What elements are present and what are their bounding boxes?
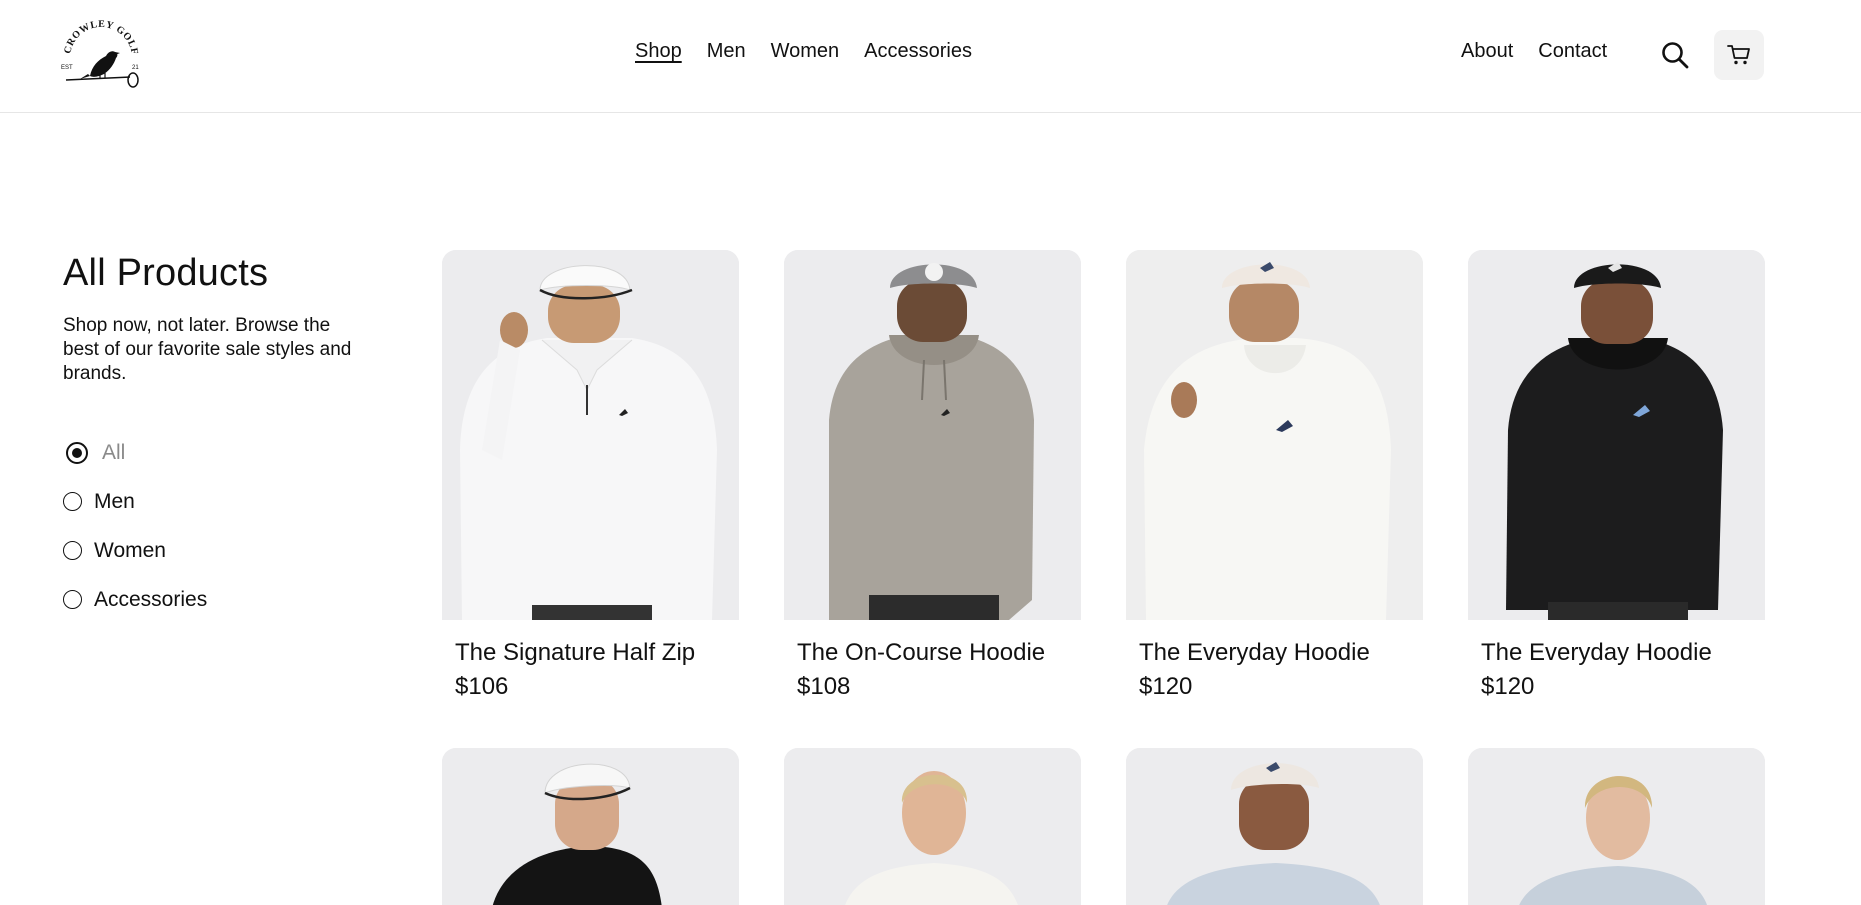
product-image[interactable] bbox=[1126, 250, 1423, 620]
radio-icon[interactable] bbox=[63, 492, 82, 511]
nav-contact[interactable]: Contact bbox=[1538, 40, 1607, 63]
radio-icon[interactable] bbox=[63, 541, 82, 560]
product-price: $120 bbox=[1139, 673, 1193, 700]
filter-label: All bbox=[102, 440, 126, 464]
model-cream-hoodie-image bbox=[1126, 250, 1423, 620]
product-image[interactable] bbox=[442, 748, 739, 905]
secondary-nav: About Contact bbox=[1461, 40, 1607, 63]
model-black-hoodie-image bbox=[1468, 250, 1765, 620]
model-cream-hoodie-image bbox=[784, 748, 1081, 905]
product-image[interactable] bbox=[1126, 748, 1423, 905]
product-price: $120 bbox=[1481, 673, 1535, 700]
model-white-half-zip-image bbox=[442, 250, 739, 620]
filter-label: Accessories bbox=[94, 587, 208, 611]
model-grey-hoodie-image bbox=[784, 250, 1081, 620]
filter-label: Women bbox=[94, 538, 166, 562]
product-image[interactable] bbox=[784, 250, 1081, 620]
filter-accessories[interactable]: Accessories bbox=[63, 575, 207, 624]
svg-text:CROWLEY GOLF CO.: CROWLEY GOLF CO. bbox=[60, 16, 140, 58]
page-title: All Products bbox=[63, 252, 269, 294]
product-card[interactable] bbox=[784, 748, 1081, 905]
nav-women[interactable]: Women bbox=[771, 40, 840, 63]
product-card[interactable]: The Signature Half Zip $106 bbox=[442, 250, 739, 748]
brand-logo[interactable]: CROWLEY GOLF CO. EST 21 bbox=[56, 8, 142, 92]
nav-shop[interactable]: Shop bbox=[635, 40, 682, 63]
nav-accessories[interactable]: Accessories bbox=[864, 40, 972, 63]
product-image[interactable] bbox=[1468, 748, 1765, 905]
svg-text:21: 21 bbox=[132, 65, 139, 71]
product-card[interactable] bbox=[1468, 748, 1765, 905]
filter-all[interactable]: All bbox=[63, 428, 207, 477]
product-grid: The Signature Half Zip $106 The On-Cours… bbox=[442, 250, 1765, 905]
product-card[interactable] bbox=[1126, 748, 1423, 905]
product-image[interactable] bbox=[784, 748, 1081, 905]
model-light-blue-crew-image bbox=[1468, 748, 1765, 905]
product-price: $108 bbox=[797, 673, 851, 700]
category-filter: All Men Women Accessories bbox=[63, 428, 207, 624]
page-description: Shop now, not later. Browse the best of … bbox=[63, 315, 352, 384]
cart-button[interactable] bbox=[1714, 30, 1764, 80]
product-card[interactable]: The On-Course Hoodie $108 bbox=[784, 250, 1081, 748]
product-name[interactable]: The On-Course Hoodie bbox=[797, 638, 1081, 668]
product-name[interactable]: The Everyday Hoodie bbox=[1139, 638, 1423, 668]
model-light-blue-sweatshirt-image bbox=[1126, 748, 1423, 905]
product-image[interactable] bbox=[442, 250, 739, 620]
search-button[interactable] bbox=[1660, 38, 1690, 72]
product-image[interactable] bbox=[1468, 250, 1765, 620]
cart-icon bbox=[1727, 45, 1750, 65]
product-name[interactable]: The Signature Half Zip bbox=[455, 638, 739, 668]
main-nav: Shop Men Women Accessories bbox=[635, 40, 972, 63]
nav-about[interactable]: About bbox=[1461, 40, 1513, 63]
nav-men[interactable]: Men bbox=[707, 40, 746, 63]
product-name[interactable]: The Everyday Hoodie bbox=[1481, 638, 1765, 668]
radio-icon[interactable] bbox=[63, 590, 82, 609]
model-black-hoodie-cap-image bbox=[442, 748, 739, 905]
product-price: $106 bbox=[455, 673, 509, 700]
site-header: CROWLEY GOLF CO. EST 21 Shop Men Women A… bbox=[0, 0, 1861, 113]
product-card[interactable]: The Everyday Hoodie $120 bbox=[1468, 250, 1765, 748]
product-card[interactable] bbox=[442, 748, 739, 905]
filter-women[interactable]: Women bbox=[63, 526, 207, 575]
radio-selected-icon[interactable] bbox=[66, 441, 88, 464]
filter-label: Men bbox=[94, 489, 135, 513]
crow-logo-icon: CROWLEY GOLF CO. EST 21 bbox=[56, 8, 140, 88]
search-icon bbox=[1662, 42, 1689, 69]
svg-text:EST: EST bbox=[61, 65, 73, 71]
filter-men[interactable]: Men bbox=[63, 477, 207, 526]
product-card[interactable]: The Everyday Hoodie $120 bbox=[1126, 250, 1423, 748]
